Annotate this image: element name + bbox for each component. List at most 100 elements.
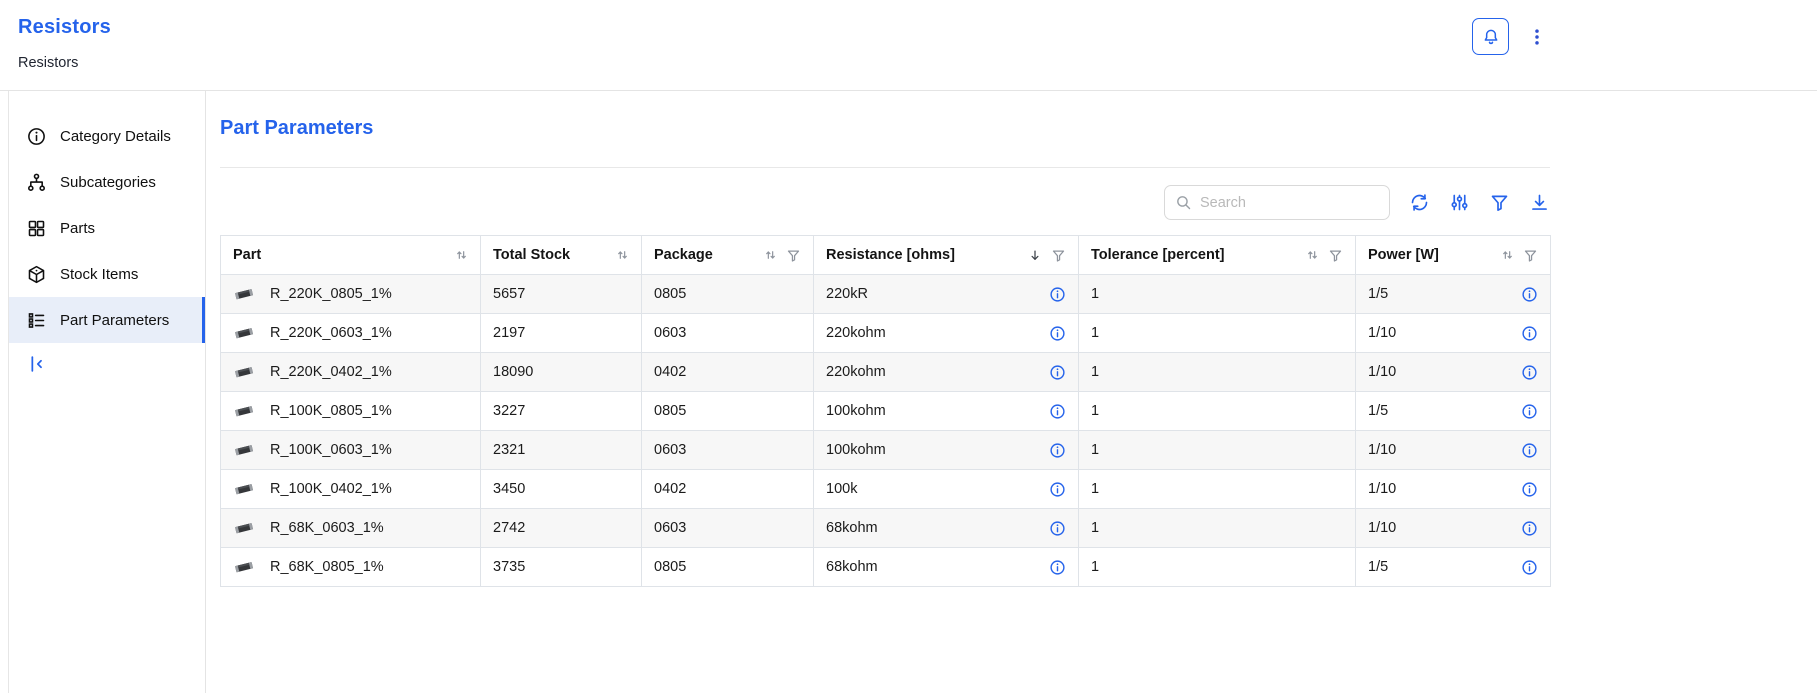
info-circle-icon	[1521, 442, 1538, 459]
column-header-part[interactable]: Part	[221, 236, 481, 275]
cell-power: 1/5	[1356, 392, 1551, 431]
power-info-button[interactable]	[1521, 559, 1538, 576]
resistor-chip-icon	[233, 404, 255, 418]
download-button[interactable]	[1529, 192, 1550, 213]
column-filter-icon[interactable]	[1523, 248, 1538, 263]
table-row[interactable]: R_68K_0603_1%2742060368kohm11/10	[221, 509, 1551, 548]
sidebar-item-label: Parts	[60, 220, 95, 237]
part-name: R_220K_0603_1%	[270, 325, 392, 341]
filter-button[interactable]	[1489, 192, 1510, 213]
bell-icon	[1481, 27, 1501, 47]
power-info-button[interactable]	[1521, 364, 1538, 381]
sidebar-item-part-parameters[interactable]: Part Parameters	[9, 297, 205, 343]
part-name: R_100K_0603_1%	[270, 442, 392, 458]
collapse-sidebar-button[interactable]	[25, 353, 47, 375]
cell-power: 1/10	[1356, 431, 1551, 470]
column-filter-icon[interactable]	[1328, 248, 1343, 263]
power-info-button[interactable]	[1521, 520, 1538, 537]
column-label: Tolerance [percent]	[1091, 247, 1225, 263]
table-row[interactable]: R_100K_0603_1%23210603100kohm11/10	[221, 431, 1551, 470]
resistance-value: 220kR	[826, 286, 868, 302]
resistance-value: 100kohm	[826, 403, 886, 419]
resistance-info-button[interactable]	[1049, 559, 1066, 576]
table-row[interactable]: R_220K_0603_1%21970603220kohm11/10	[221, 314, 1551, 353]
resistance-info-button[interactable]	[1049, 364, 1066, 381]
main-panel: Part Parameters	[206, 91, 1817, 693]
cell-tolerance: 1	[1079, 314, 1356, 353]
subcategories-icon	[25, 171, 47, 193]
resistance-info-button[interactable]	[1049, 325, 1066, 342]
resistor-chip-icon	[233, 443, 255, 457]
cell-tolerance: 1	[1079, 548, 1356, 587]
resistance-info-button[interactable]	[1049, 403, 1066, 420]
power-info-button[interactable]	[1521, 403, 1538, 420]
search-icon	[1175, 194, 1192, 211]
resistance-info-button[interactable]	[1049, 442, 1066, 459]
column-header-tolerance[interactable]: Tolerance [percent]	[1079, 236, 1356, 275]
sidebar-item-parts[interactable]: Parts	[9, 205, 205, 251]
power-value: 1/5	[1368, 559, 1388, 575]
resistance-info-button[interactable]	[1049, 481, 1066, 498]
notifications-button[interactable]	[1472, 18, 1509, 55]
sidebar-items: Category DetailsSubcategories Parts Stock …	[9, 113, 205, 343]
stock-items-icon	[25, 263, 47, 285]
power-value: 1/5	[1368, 403, 1388, 419]
more-menu-button[interactable]	[1525, 22, 1549, 52]
cell-power: 1/5	[1356, 275, 1551, 314]
table-row[interactable]: R_220K_0402_1%180900402220kohm11/10	[221, 353, 1551, 392]
column-label: Resistance [ohms]	[826, 247, 955, 263]
power-info-button[interactable]	[1521, 286, 1538, 303]
sidebar-item-stock-items[interactable]: Stock Items	[9, 251, 205, 297]
kebab-menu-icon	[1527, 26, 1547, 48]
column-settings-button[interactable]	[1449, 192, 1470, 213]
table-row[interactable]: R_68K_0805_1%3735080568kohm11/5	[221, 548, 1551, 587]
resistance-info-button[interactable]	[1049, 286, 1066, 303]
column-header-package[interactable]: Package	[642, 236, 814, 275]
cell-package: 0402	[642, 353, 814, 392]
cell-power: 1/5	[1356, 548, 1551, 587]
info-circle-icon	[1521, 325, 1538, 342]
content-area: Category DetailsSubcategories Parts Stock …	[8, 91, 1817, 693]
column-label: Total Stock	[493, 247, 570, 263]
resistor-chip-icon	[233, 326, 255, 340]
table-toolbar	[220, 185, 1550, 220]
power-info-button[interactable]	[1521, 442, 1538, 459]
column-filter-icon[interactable]	[1051, 248, 1066, 263]
part-name: R_68K_0805_1%	[270, 559, 384, 575]
resistance-value: 68kohm	[826, 520, 878, 536]
table-body: R_220K_0805_1%56570805220kR11/5 R_220K_06…	[221, 275, 1551, 587]
power-info-button[interactable]	[1521, 481, 1538, 498]
sidebar-item-subcategories[interactable]: Subcategories	[9, 159, 205, 205]
cell-package: 0603	[642, 431, 814, 470]
sidebar-item-category-details[interactable]: Category Details	[9, 113, 205, 159]
info-circle-icon	[1521, 364, 1538, 381]
header-titles: Resistors Resistors	[18, 16, 111, 71]
resistor-chip-icon	[233, 482, 255, 496]
power-value: 1/10	[1368, 325, 1396, 341]
resistance-info-button[interactable]	[1049, 520, 1066, 537]
cell-total-stock: 3735	[481, 548, 642, 587]
cell-resistance: 68kohm	[814, 548, 1079, 587]
cell-resistance: 220kohm	[814, 353, 1079, 392]
resistance-value: 220kohm	[826, 364, 886, 380]
table-row[interactable]: R_100K_0805_1%32270805100kohm11/5	[221, 392, 1551, 431]
column-header-total-stock[interactable]: Total Stock	[481, 236, 642, 275]
column-filter-icon[interactable]	[786, 248, 801, 263]
column-header-resistance[interactable]: Resistance [ohms]	[814, 236, 1079, 275]
resistance-value: 220kohm	[826, 325, 886, 341]
column-header-power[interactable]: Power [W]	[1356, 236, 1551, 275]
info-circle-icon	[1049, 559, 1066, 576]
cell-resistance: 100kohm	[814, 431, 1079, 470]
breadcrumb[interactable]: Resistors	[18, 55, 111, 71]
cell-resistance: 220kohm	[814, 314, 1079, 353]
refresh-button[interactable]	[1409, 192, 1430, 213]
table-row[interactable]: R_100K_0402_1%34500402100k11/10	[221, 470, 1551, 509]
cell-part: R_68K_0603_1%	[221, 509, 481, 548]
table-row[interactable]: R_220K_0805_1%56570805220kR11/5	[221, 275, 1551, 314]
power-info-button[interactable]	[1521, 325, 1538, 342]
search-input[interactable]	[1200, 195, 1379, 211]
cell-total-stock: 5657	[481, 275, 642, 314]
cell-package: 0603	[642, 314, 814, 353]
power-value: 1/5	[1368, 286, 1388, 302]
info-circle-icon	[1521, 286, 1538, 303]
